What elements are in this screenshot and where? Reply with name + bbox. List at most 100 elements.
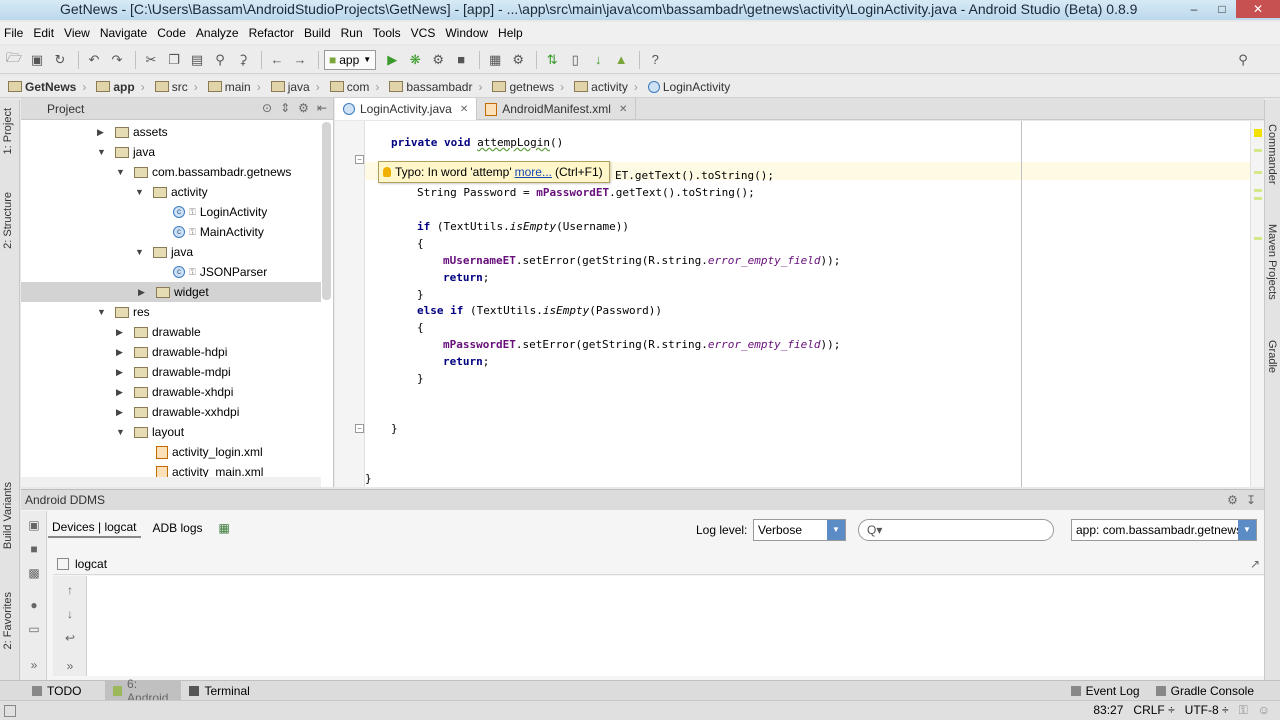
- line-separator[interactable]: CRLF ÷: [1133, 703, 1174, 718]
- collapse-icon[interactable]: ▼: [135, 187, 145, 197]
- tab-todo[interactable]: TODO: [24, 681, 89, 701]
- collapse-icon[interactable]: ▼: [97, 307, 107, 317]
- stop-icon[interactable]: ■: [27, 543, 41, 555]
- breadcrumb-item[interactable]: main ›: [204, 78, 265, 96]
- breadcrumb-item[interactable]: app ›: [92, 78, 148, 96]
- attach-debugger-icon[interactable]: ⚙: [428, 50, 448, 70]
- tree-item-drawable[interactable]: ▶ drawable: [116, 322, 201, 342]
- tree-item-res[interactable]: ▼ res: [97, 302, 150, 322]
- back-icon[interactable]: ←: [267, 50, 287, 70]
- find-icon[interactable]: ⚲: [210, 50, 230, 70]
- tab-terminal[interactable]: Terminal: [181, 681, 257, 701]
- paste-icon[interactable]: ▤: [187, 50, 207, 70]
- tree-item-drawable-mdpi[interactable]: ▶ drawable-mdpi: [116, 362, 231, 382]
- close-button[interactable]: ✕: [1236, 0, 1280, 18]
- run-configuration-select[interactable]: ■ app ▼: [324, 49, 377, 70]
- avd-manager-icon[interactable]: ▯: [565, 50, 585, 70]
- tree-item-java[interactable]: ▼ java: [97, 142, 155, 162]
- project-structure-icon[interactable]: ▦: [485, 50, 505, 70]
- menu-refactor[interactable]: Refactor: [249, 26, 294, 40]
- tree-item-java-pkg[interactable]: ▼ java: [135, 242, 193, 262]
- tool-window-toggle-icon[interactable]: [4, 704, 16, 717]
- tab-gradle[interactable]: Gradle: [1266, 340, 1278, 373]
- breadcrumb-item[interactable]: src ›: [151, 78, 202, 96]
- settings-icon[interactable]: ⚙: [298, 101, 309, 115]
- menu-tools[interactable]: Tools: [373, 26, 401, 40]
- project-panel-title[interactable]: Project: [47, 102, 84, 116]
- file-encoding[interactable]: UTF-8 ÷: [1185, 703, 1229, 718]
- collapse-icon[interactable]: ▼: [97, 147, 107, 157]
- menu-window[interactable]: Window: [445, 26, 488, 40]
- tab-commander[interactable]: Commander: [1266, 124, 1278, 185]
- breadcrumb-item[interactable]: com ›: [326, 78, 384, 96]
- open-icon[interactable]: 🗁: [4, 50, 24, 70]
- close-tab-icon[interactable]: ✕: [460, 104, 468, 115]
- screen-icon[interactable]: ▭: [27, 623, 41, 635]
- camera-icon[interactable]: ▣: [27, 519, 41, 531]
- save-icon[interactable]: ▣: [27, 50, 47, 70]
- gradle-sync-icon[interactable]: ⇅: [542, 50, 562, 70]
- sync-icon[interactable]: ↻: [50, 50, 70, 70]
- record-icon[interactable]: ●: [27, 599, 41, 611]
- tab-structure[interactable]: 2: Structure: [2, 192, 14, 249]
- caret-position[interactable]: 83:27: [1093, 703, 1123, 718]
- lock-icon[interactable]: ⚿: [1239, 703, 1248, 718]
- menu-code[interactable]: Code: [157, 26, 186, 40]
- cut-icon[interactable]: ✂: [141, 50, 161, 70]
- tree-item-package[interactable]: ▼ com.bassambadr.getnews: [116, 162, 291, 182]
- expand-icon[interactable]: ▶: [116, 327, 126, 338]
- breadcrumb-item[interactable]: bassambadr ›: [385, 78, 486, 96]
- logcat-search-input[interactable]: Q▾: [858, 519, 1054, 541]
- undo-icon[interactable]: ↶: [84, 50, 104, 70]
- collapse-all-icon[interactable]: ⊙: [262, 101, 272, 115]
- logcat-output[interactable]: [87, 576, 1264, 676]
- breadcrumb-item[interactable]: GetNews ›: [4, 78, 90, 96]
- fold-marker-icon[interactable]: −: [355, 424, 364, 433]
- sdk-manager-icon[interactable]: ↓: [588, 50, 608, 70]
- close-tab-icon[interactable]: ✕: [619, 104, 627, 115]
- expand-icon[interactable]: ▶: [138, 287, 148, 298]
- breadcrumb-item[interactable]: java ›: [267, 78, 324, 96]
- breadcrumb-item[interactable]: activity ›: [570, 78, 642, 96]
- tree-item-activity-login-xml[interactable]: activity_login.xml: [156, 442, 263, 462]
- tree-item-activity-main-xml[interactable]: activity_main.xml: [156, 462, 263, 477]
- hide-panel-icon[interactable]: ⇤: [317, 101, 327, 115]
- tree-item-jsonparser[interactable]: c ⚿ JSONParser: [173, 262, 267, 282]
- replace-icon[interactable]: ⚳: [233, 50, 253, 70]
- debug-icon[interactable]: ❋: [405, 50, 425, 70]
- app-filter-select[interactable]: app: com.bassambadr.getnews ▼: [1071, 519, 1257, 541]
- tree-item-layout[interactable]: ▼ layout: [116, 422, 184, 442]
- menu-view[interactable]: View: [64, 26, 90, 40]
- dump-icon[interactable]: ▩: [27, 567, 41, 579]
- tree-item-mainactivity[interactable]: c ⚿ MainActivity: [173, 222, 264, 242]
- tab-android[interactable]: 6: Android: [105, 677, 182, 705]
- tab-maven-projects[interactable]: Maven Projects: [1266, 224, 1278, 300]
- expand-icon[interactable]: ▶: [97, 127, 107, 138]
- autoscroll-icon[interactable]: ⇕: [280, 101, 290, 115]
- collapse-icon[interactable]: ▼: [135, 247, 145, 257]
- maximize-button[interactable]: □: [1208, 0, 1236, 18]
- menu-help[interactable]: Help: [498, 26, 523, 40]
- expand-icon[interactable]: ▶: [116, 387, 126, 398]
- lightbulb-icon[interactable]: [383, 167, 391, 177]
- tree-item-assets[interactable]: ▶ assets: [97, 122, 168, 142]
- collapse-icon[interactable]: ▼: [116, 427, 126, 437]
- hector-icon[interactable]: ☺: [1258, 703, 1270, 718]
- stop-icon[interactable]: ■: [451, 50, 471, 70]
- fold-marker-icon[interactable]: −: [355, 155, 364, 164]
- scroll-down-icon[interactable]: ↓: [63, 608, 77, 620]
- menu-navigate[interactable]: Navigate: [100, 26, 147, 40]
- tooltip-more-link[interactable]: more...: [515, 165, 552, 179]
- settings-icon[interactable]: ⚙: [508, 50, 528, 70]
- tab-event-log[interactable]: Event Log: [1063, 681, 1148, 701]
- breadcrumb-item[interactable]: LoginActivity: [644, 78, 734, 96]
- menu-file[interactable]: File: [4, 26, 23, 40]
- help-icon[interactable]: ?: [645, 50, 665, 70]
- tree-item-drawable-xhdpi[interactable]: ▶ drawable-xhdpi: [116, 382, 233, 402]
- collapse-icon[interactable]: ▼: [116, 167, 126, 177]
- settings-icon[interactable]: ⚙: [1227, 493, 1238, 507]
- tab-devices-logcat[interactable]: Devices | logcat: [48, 518, 141, 538]
- menu-edit[interactable]: Edit: [33, 26, 54, 40]
- project-scrollbar[interactable]: [322, 122, 331, 300]
- minimize-button[interactable]: –: [1180, 0, 1208, 18]
